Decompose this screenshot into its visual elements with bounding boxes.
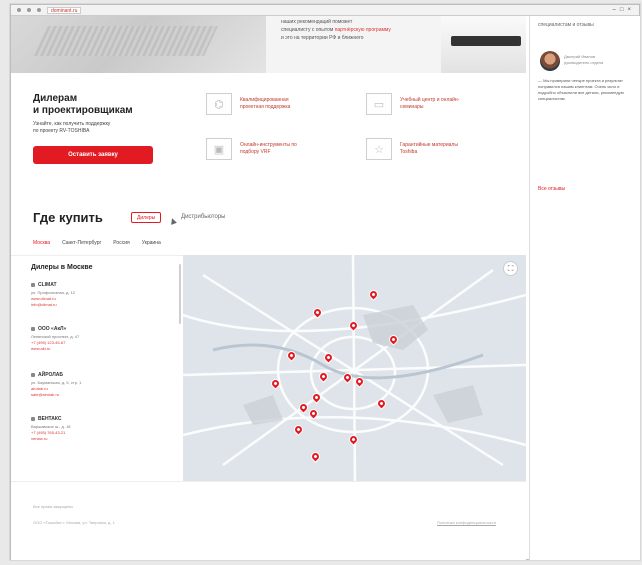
- hero-line-3: и это на территории РФ и ближнего: [281, 35, 364, 41]
- footer-address: ООО «Тошиба» г. Москва, ул. Тверская, д.…: [33, 520, 115, 525]
- city-tabs: Москва Санкт-Петербург Россия Украина: [33, 240, 161, 246]
- reviewer-info: Дмитрий Иванов руководитель отдела: [564, 54, 604, 65]
- dealers-map[interactable]: ⛶: [183, 255, 526, 481]
- main-content: наших рекомендаций поможет специалисту с…: [11, 16, 526, 560]
- city-tab-ukraine[interactable]: Украина: [142, 240, 161, 246]
- city-tab-russia[interactable]: Россия: [113, 240, 129, 246]
- city-tab-moscow[interactable]: Москва: [33, 240, 50, 246]
- dealer-list: Дилеры в Москве CLIMAT ул. Профсоюзная, …: [11, 255, 183, 481]
- book-icon: ▭: [366, 93, 392, 115]
- leave-request-button[interactable]: Оставить заявку: [33, 146, 153, 164]
- browser-window: dominant.ru – □ × наших рекомендаций пом…: [10, 4, 640, 560]
- address-bar[interactable]: dominant.ru: [47, 6, 82, 14]
- reload-icon[interactable]: [37, 8, 41, 12]
- footer-copyright: Все права защищены: [33, 504, 74, 509]
- monitor-icon: ▣: [206, 138, 232, 160]
- dealer-name: АЙРОЛАБ: [31, 372, 171, 378]
- city-tab-spb[interactable]: Санкт-Петербург: [62, 240, 101, 246]
- dealer-link[interactable]: info@climat.ru: [31, 302, 171, 308]
- all-reviews-link[interactable]: Все отзывы: [538, 186, 565, 192]
- tab-distributors[interactable]: Дистрибьюторы: [181, 214, 225, 220]
- list-item[interactable]: CLIMAT ул. Профсоюзная, д. 12 www.climat…: [31, 282, 171, 308]
- sidebar-top-text: специалистам и отзывы: [538, 22, 594, 28]
- hero-text: наших рекомендаций поможет специалисту с…: [281, 18, 391, 42]
- hero-link[interactable]: партнёрскую программу: [335, 27, 391, 33]
- minimize-icon[interactable]: –: [613, 7, 616, 13]
- hero-line-2: специалисту с опытом партнёрскую програм…: [281, 27, 391, 33]
- feature-training[interactable]: ▭ Учебный центр и онлайн-семинары: [366, 93, 460, 115]
- mouse-cursor-icon: [169, 217, 177, 225]
- back-icon[interactable]: [17, 8, 21, 12]
- dealer-link[interactable]: www.akl.ru: [31, 346, 171, 352]
- feature-label: Учебный центр и онлайн-семинары: [400, 97, 460, 110]
- feature-online-tools[interactable]: ▣ Онлайн-инструменты по подбору VRF: [206, 138, 300, 160]
- fullscreen-icon[interactable]: ⛶: [503, 261, 518, 276]
- dealer-name: CLIMAT: [31, 282, 171, 288]
- dealer-list-scrollbar[interactable]: [179, 264, 181, 324]
- dealer-list-title: Дилеры в Москве: [31, 264, 93, 271]
- map-roads: [183, 255, 526, 481]
- maximize-icon[interactable]: □: [620, 7, 624, 13]
- dealer-link[interactable]: ventax.ru: [31, 436, 171, 442]
- badge-icon: ☆: [366, 138, 392, 160]
- hero-line-1: наших рекомендаций поможет: [281, 19, 353, 25]
- browser-toolbar: dominant.ru – □ ×: [11, 5, 639, 16]
- footer-privacy-link[interactable]: Политика конфиденциальности: [437, 520, 496, 525]
- structure-icon: ⌬: [206, 93, 232, 115]
- hero-banner: наших рекомендаций поможет специалисту с…: [11, 16, 526, 73]
- sidebar: специалистам и отзывы Дмитрий Иванов руко…: [529, 16, 640, 560]
- list-item[interactable]: АЙРОЛАБ ул. Бауманская, д. 5, стр. 1 air…: [31, 372, 171, 398]
- footer: Все права защищены ООО «Тошиба» г. Москв…: [11, 481, 526, 560]
- feature-warranty[interactable]: ☆ Гарантийные материалы Toshiba: [366, 138, 460, 160]
- avatar: [540, 51, 560, 71]
- dealer-link[interactable]: sale@airolab.ru: [31, 392, 171, 398]
- dealers-section: Дилерам и проектировщикам Узнайте, как по…: [11, 73, 526, 185]
- where-to-buy-title: Где купить: [33, 210, 103, 225]
- list-item[interactable]: ООО «АкЛ» Ленинский проспект, д. 47 +7 (…: [31, 326, 171, 352]
- feature-design-support[interactable]: ⌬ Квалифицированная проектная поддержка: [206, 93, 300, 115]
- dealer-name: ООО «АкЛ»: [31, 326, 171, 332]
- tab-dealers[interactable]: Дилеры: [131, 212, 162, 223]
- feature-label: Онлайн-инструменты по подбору VRF: [240, 142, 297, 155]
- dealer-name: ВЕНТАКС: [31, 416, 171, 422]
- close-icon[interactable]: ×: [627, 7, 631, 13]
- feature-label: Квалифицированная проектная поддержка: [240, 97, 291, 110]
- list-item[interactable]: ВЕНТАКС Варшавское ш., д. 18 +7 (495) 76…: [31, 416, 171, 442]
- dealers-title: Дилерам и проектировщикам: [33, 93, 133, 116]
- review-quote: — Мы проверили четыре проекта и результа…: [538, 78, 624, 101]
- window-controls: – □ ×: [613, 7, 631, 13]
- forward-icon[interactable]: [27, 8, 31, 12]
- feature-label: Гарантийные материалы Toshiba: [400, 142, 458, 155]
- where-to-buy-section: Где купить Дилеры Дистрибьюторы Москва С…: [11, 185, 526, 255]
- dealers-subtitle: Узнайте, как получить поддержку по проект…: [33, 121, 111, 134]
- ac-unit-image: [441, 16, 526, 73]
- hero-image: [11, 16, 266, 73]
